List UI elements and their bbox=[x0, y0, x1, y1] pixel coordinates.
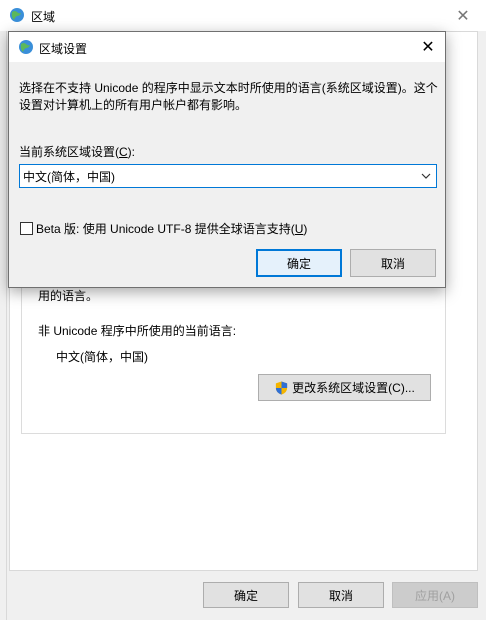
dialog-titlebar: 区域设置 ✕ bbox=[9, 32, 445, 62]
groupbox-text: 用的语言。 bbox=[38, 289, 99, 303]
change-system-locale-button[interactable]: 更改系统区域设置(C)... bbox=[258, 374, 431, 401]
selected-locale: 中文(简体，中国) bbox=[23, 169, 115, 184]
current-language-value: 中文(简体，中国) bbox=[56, 350, 148, 364]
main-ok-button[interactable]: 确定 bbox=[203, 582, 289, 608]
close-icon[interactable]: ✕ bbox=[440, 0, 486, 31]
globe-icon bbox=[19, 40, 33, 54]
chevron-down-icon bbox=[421, 173, 431, 179]
globe-icon bbox=[10, 8, 24, 22]
main-apply-button[interactable]: 应用(A) bbox=[392, 582, 478, 608]
beta-utf8-label[interactable]: Beta 版: 使用 Unicode UTF-8 提供全球语言支持(U) bbox=[36, 220, 307, 237]
change-system-locale-label: 更改系统区域设置(C)... bbox=[292, 381, 415, 395]
system-locale-select[interactable]: 中文(简体，中国) bbox=[19, 164, 437, 188]
shield-icon bbox=[276, 380, 288, 395]
dialog-ok-button[interactable]: 确定 bbox=[256, 249, 342, 277]
region-settings-dialog: 区域设置 ✕ 选择在不支持 Unicode 的程序中显示文本时所使用的语言(系统… bbox=[8, 31, 446, 288]
dialog-title: 区域设置 bbox=[39, 42, 88, 56]
dialog-cancel-button[interactable]: 取消 bbox=[350, 249, 436, 277]
main-cancel-button[interactable]: 取消 bbox=[298, 582, 384, 608]
beta-utf8-checkbox[interactable] bbox=[20, 222, 33, 235]
window-title: 区域 bbox=[31, 10, 56, 24]
non-unicode-language-label: 非 Unicode 程序中所使用的当前语言: bbox=[38, 324, 237, 338]
close-icon[interactable]: ✕ bbox=[411, 32, 445, 62]
background-window-edge bbox=[0, 31, 7, 620]
main-titlebar: 区域 ✕ bbox=[0, 0, 486, 31]
system-locale-label: 当前系统区域设置(C): bbox=[19, 145, 136, 159]
dialog-description: 选择在不支持 Unicode 的程序中显示文本时所使用的语言(系统区域设置)。这… bbox=[19, 81, 438, 112]
